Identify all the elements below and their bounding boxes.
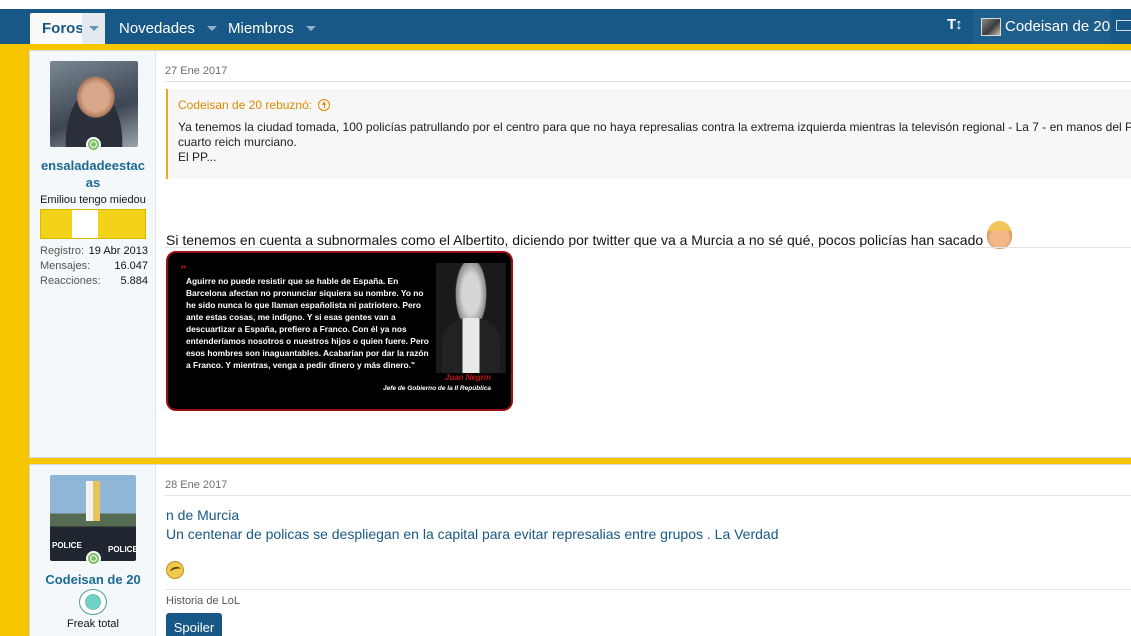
- tab-miembros-label: Miembros: [228, 20, 294, 37]
- post-date[interactable]: 27 Ene 2017: [165, 65, 227, 77]
- avatar: [981, 17, 1001, 36]
- quote-line: cuarto reich murciano.: [178, 135, 297, 149]
- post-content: 28 Ene 2017 n de Murcia Un centenar de p…: [157, 465, 1131, 636]
- chevron-down-icon[interactable]: [305, 26, 316, 31]
- spoiler-button[interactable]: Spoiler: [166, 613, 222, 636]
- message-text: Si tenemos en cuenta a subnormales como …: [166, 232, 984, 248]
- mail-icon[interactable]: [1116, 20, 1131, 31]
- tab-foros[interactable]: Foros: [30, 13, 105, 44]
- tab-foros-dropdown[interactable]: [82, 13, 105, 44]
- post-user-info: ensaladadeestac as Emiliou tengo miedou …: [30, 51, 156, 457]
- image-quote-role: Jefe de Gobierno de la II República: [383, 385, 491, 392]
- tab-miembros[interactable]: Miembros: [228, 13, 316, 44]
- stat-label: Mensajes:: [40, 260, 91, 272]
- stat-registro: Registro: 19 Abr 2013: [40, 244, 148, 259]
- quote-body: Ya tenemos la ciudad tomada, 100 policía…: [178, 120, 1131, 165]
- user-title: Emiliou tengo miedou: [40, 194, 146, 206]
- tab-novedades[interactable]: Novedades: [119, 13, 217, 44]
- chevron-down-icon[interactable]: [206, 26, 217, 31]
- quote-image[interactable]: " Aguirre no puede resistir que se hable…: [166, 251, 513, 411]
- username-line-1: ensaladadeestac: [40, 158, 146, 173]
- tab-foros-label: Foros: [42, 20, 84, 37]
- quote-mark: ": [180, 263, 186, 277]
- text-size-icon[interactable]: T↕: [947, 16, 963, 33]
- stat-value: 19 Abr 2013: [88, 245, 148, 257]
- arrow-up-circle-icon[interactable]: [318, 99, 331, 111]
- online-status-icon: [86, 551, 101, 566]
- quote-line: Ya tenemos la ciudad tomada, 100 policía…: [178, 120, 1131, 134]
- stat-mensajes: Mensajes: 16.047: [40, 259, 148, 274]
- username[interactable]: ensaladadeestac as: [30, 157, 156, 191]
- police-label-image: POLICE: [108, 545, 136, 554]
- police-label-image: POLICE: [52, 541, 82, 550]
- post: POLICE POLICE Codeisan de 20 Freak total…: [29, 464, 1131, 636]
- post-user-info: POLICE POLICE Codeisan de 20 Freak total: [30, 465, 156, 636]
- divider: [165, 495, 1131, 496]
- signature-text: Historia de LoL: [166, 595, 240, 607]
- post-date[interactable]: 28 Ene 2017: [165, 479, 227, 491]
- signature-divider: [165, 589, 1131, 590]
- flag-image: [86, 481, 100, 521]
- user-banner-image: [40, 209, 146, 239]
- article-link[interactable]: Un centenar de policas se despliegan en …: [166, 526, 779, 542]
- user-title: Freak total: [67, 618, 119, 630]
- account-menu[interactable]: Codeisan de 20: [973, 9, 1111, 44]
- image-quote-author: Juan Negrín: [444, 373, 491, 382]
- post-content: 27 Ene 2017 Codeisan de 20 rebuznó: Ya t…: [157, 51, 1131, 457]
- username-line-2: as: [85, 175, 101, 190]
- user-badge-icon: [79, 589, 107, 615]
- stat-label: Reacciones:: [40, 275, 101, 287]
- divider: [165, 81, 1131, 82]
- avatar[interactable]: [50, 61, 138, 147]
- article-link[interactable]: n de Murcia: [166, 507, 239, 523]
- account-username: Codeisan de 20: [1005, 18, 1111, 35]
- avatar[interactable]: POLICE POLICE: [50, 475, 136, 561]
- stat-label: Registro:: [40, 245, 85, 257]
- post: ensaladadeestac as Emiliou tengo miedou …: [29, 50, 1131, 458]
- quote-block: Codeisan de 20 rebuznó: Ya tenemos la ci…: [166, 89, 1131, 179]
- top-white-strip: [0, 0, 1131, 9]
- online-status-icon: [86, 137, 101, 152]
- quote-author[interactable]: Codeisan de 20 rebuznó:: [178, 97, 331, 112]
- divider: [165, 247, 1131, 248]
- portrait-image: [436, 263, 506, 373]
- stat-value: 16.047: [114, 260, 148, 272]
- trump-smiley-icon: [987, 221, 1013, 249]
- quote-author-label: Codeisan de 20 rebuznó:: [178, 98, 313, 112]
- username[interactable]: Codeisan de 20: [30, 571, 156, 588]
- chevron-down-icon: [88, 26, 99, 31]
- post-message: Si tenemos en cuenta a subnormales como …: [166, 221, 1013, 249]
- left-accent-stripe: [0, 44, 29, 636]
- smiley-icon: [166, 561, 184, 579]
- image-quote-text: Aguirre no puede resistir que se hable d…: [186, 276, 429, 370]
- stat-reacciones: Reacciones: 5.884: [40, 274, 148, 289]
- quote-line: El PP...: [178, 150, 217, 164]
- tab-novedades-label: Novedades: [119, 20, 195, 37]
- stat-value: 5.884: [120, 275, 148, 287]
- user-stats: Registro: 19 Abr 2013 Mensajes: 16.047 Rea…: [40, 244, 148, 289]
